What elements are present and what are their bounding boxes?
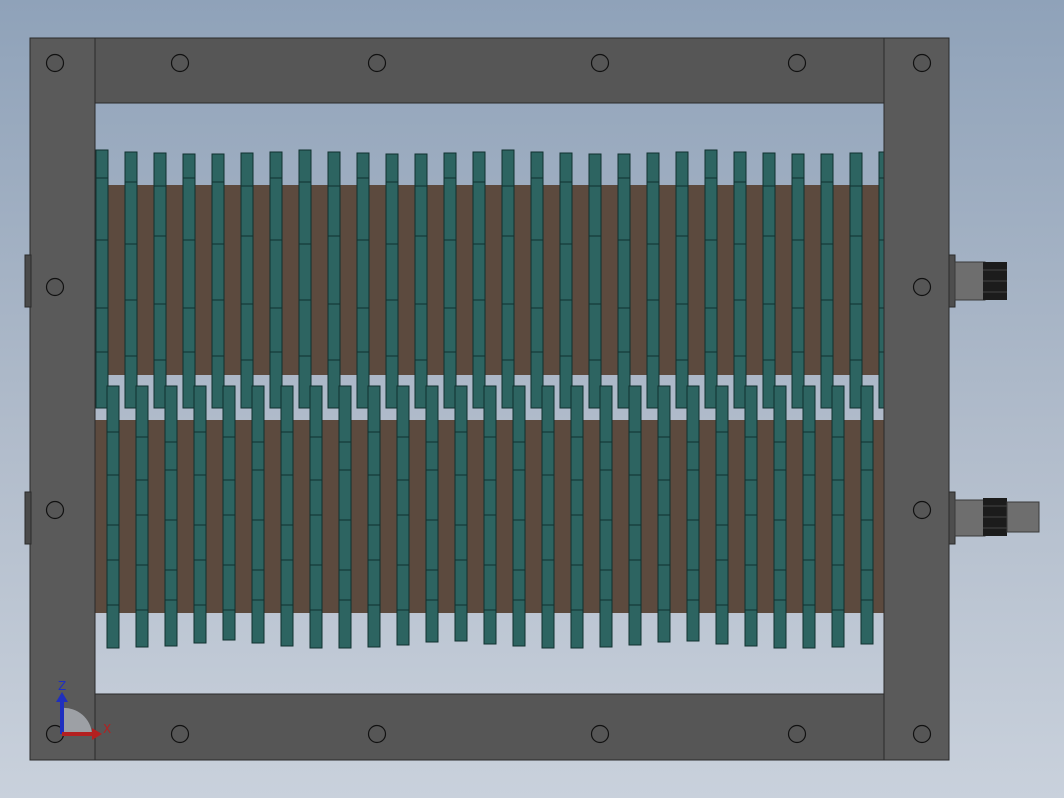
lower-blade bbox=[570, 385, 584, 649]
lower-blade bbox=[106, 385, 120, 649]
lower-blade bbox=[309, 385, 323, 649]
upper-blade bbox=[443, 152, 457, 409]
upper-blade bbox=[182, 153, 196, 409]
lower-blade bbox=[744, 385, 758, 647]
lower-blade bbox=[541, 385, 555, 649]
frame-right-plate bbox=[883, 37, 950, 761]
bolt-hole bbox=[367, 53, 387, 73]
upper-blade bbox=[269, 151, 283, 409]
upper-blade bbox=[530, 151, 544, 409]
lower-blade bbox=[599, 385, 613, 648]
bolt-hole bbox=[787, 724, 807, 744]
left-bearing-cap-upper bbox=[24, 254, 32, 308]
lower-blade bbox=[164, 385, 178, 647]
upper-blade bbox=[327, 151, 341, 409]
upper-blade bbox=[298, 149, 312, 409]
upper-blade bbox=[820, 153, 834, 409]
bolt-hole bbox=[912, 277, 932, 297]
bolt-hole bbox=[912, 724, 932, 744]
frame-left-plate bbox=[29, 37, 96, 761]
bolt-hole bbox=[590, 724, 610, 744]
bolt-hole bbox=[590, 53, 610, 73]
upper-blade bbox=[646, 152, 660, 409]
upper-blade bbox=[501, 149, 515, 409]
lower-blade bbox=[802, 385, 816, 649]
upper-blade bbox=[559, 152, 573, 409]
lower-blade bbox=[686, 385, 700, 642]
frame-bottom-bar bbox=[29, 693, 950, 761]
upper-blade bbox=[704, 149, 718, 409]
bolt-hole bbox=[45, 277, 65, 297]
lower-blade bbox=[222, 385, 236, 641]
upper-blade bbox=[791, 153, 805, 409]
upper-blade bbox=[95, 149, 109, 409]
upper-blade bbox=[385, 153, 399, 409]
upper-blade bbox=[878, 151, 885, 409]
lower-blade bbox=[454, 385, 468, 642]
upper-blade bbox=[588, 153, 602, 409]
frame-top-bar bbox=[29, 37, 950, 104]
lower-blade bbox=[860, 385, 874, 645]
lower-blade bbox=[367, 385, 381, 648]
upper-blade bbox=[472, 151, 486, 409]
lower-blade bbox=[280, 385, 294, 647]
x-axis-label: X bbox=[103, 722, 111, 736]
upper-blade bbox=[617, 153, 631, 409]
upper-blade bbox=[762, 152, 776, 409]
bolt-hole bbox=[367, 724, 387, 744]
bolt-hole bbox=[45, 500, 65, 520]
bolt-hole bbox=[170, 724, 190, 744]
lower-blade bbox=[135, 385, 149, 648]
bolt-hole bbox=[912, 53, 932, 73]
lower-blade bbox=[657, 385, 671, 643]
lower-blade bbox=[425, 385, 439, 643]
upper-shaft-fitting bbox=[948, 254, 1007, 308]
bolt-hole bbox=[912, 500, 932, 520]
upper-blade bbox=[675, 151, 689, 409]
lower-blade bbox=[251, 385, 265, 644]
lower-blade bbox=[338, 385, 352, 649]
lower-blade bbox=[831, 385, 845, 648]
left-bearing-cap-lower bbox=[24, 491, 32, 545]
upper-blade bbox=[356, 152, 370, 409]
lower-blade bbox=[628, 385, 642, 646]
lower-blade bbox=[773, 385, 787, 649]
upper-blade bbox=[733, 151, 747, 409]
upper-blade bbox=[240, 152, 254, 409]
upper-blade bbox=[414, 153, 428, 409]
cad-viewport: Z X bbox=[24, 37, 1040, 761]
upper-blade bbox=[153, 152, 167, 409]
bolt-hole bbox=[787, 53, 807, 73]
bolt-hole bbox=[170, 53, 190, 73]
bolt-hole bbox=[45, 53, 65, 73]
lower-shaft-fitting bbox=[948, 491, 1040, 545]
upper-blade bbox=[849, 152, 863, 409]
lower-blade bbox=[512, 385, 526, 647]
z-axis-label: Z bbox=[58, 679, 66, 693]
upper-blade bbox=[124, 151, 138, 409]
lower-blade bbox=[193, 385, 207, 644]
upper-blade bbox=[211, 153, 225, 409]
shaft-fittings bbox=[948, 254, 1040, 545]
